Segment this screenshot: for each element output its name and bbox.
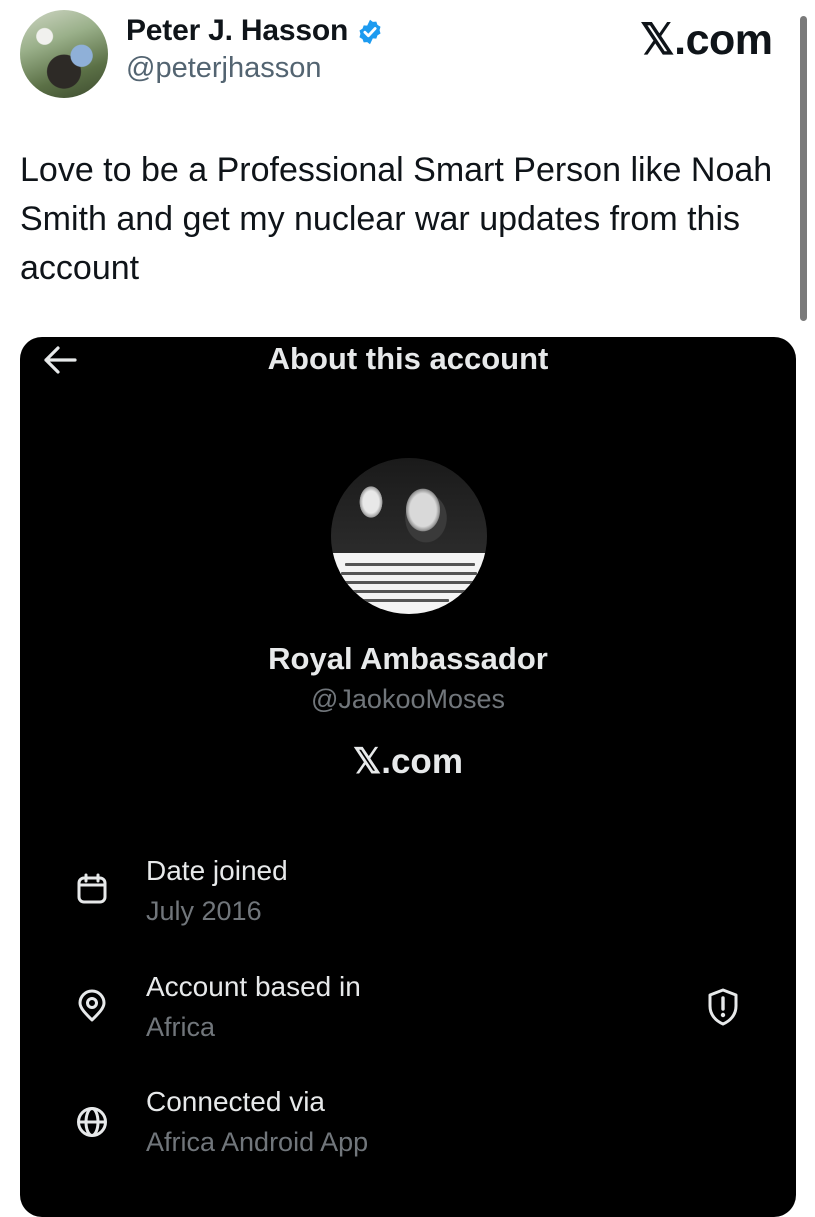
author-handle[interactable]: @peterjhasson [126,52,322,85]
tweet-text: Love to be a Professional Smart Person l… [20,151,773,287]
author-name[interactable]: Peter J. Hasson [126,14,348,48]
connected-via-value: Africa Android App [146,1127,369,1157]
account-handle: @JaokooMoses [311,684,505,714]
about-account-title: About this account [267,341,549,376]
account-display-name: Royal Ambassador [268,641,548,676]
quote-banner [331,553,487,614]
date-joined-value: July 2016 [146,896,262,926]
account-based-in-value: Africa [146,1012,216,1042]
verified-badge-icon [359,19,381,45]
date-joined-label: Date joined [146,855,288,886]
shield-alert-icon[interactable] [705,987,741,1027]
profile-picture [331,458,487,614]
about-account-screenshot[interactable]: About this account Royal Ambassador @Jao… [20,337,796,1217]
scrollbar-thumb[interactable] [800,16,807,321]
x-com-logo: 𝕏.com [640,16,773,64]
portrait-photo [331,458,487,553]
account-based-in-label: Account based in [146,971,361,1002]
location-pin-icon [78,989,106,1022]
x-com-card-logo: 𝕏.com [353,742,463,781]
globe-icon [77,1107,107,1137]
calendar-icon [77,873,107,904]
connected-via-label: Connected via [146,1086,326,1117]
author-avatar[interactable] [20,10,108,98]
